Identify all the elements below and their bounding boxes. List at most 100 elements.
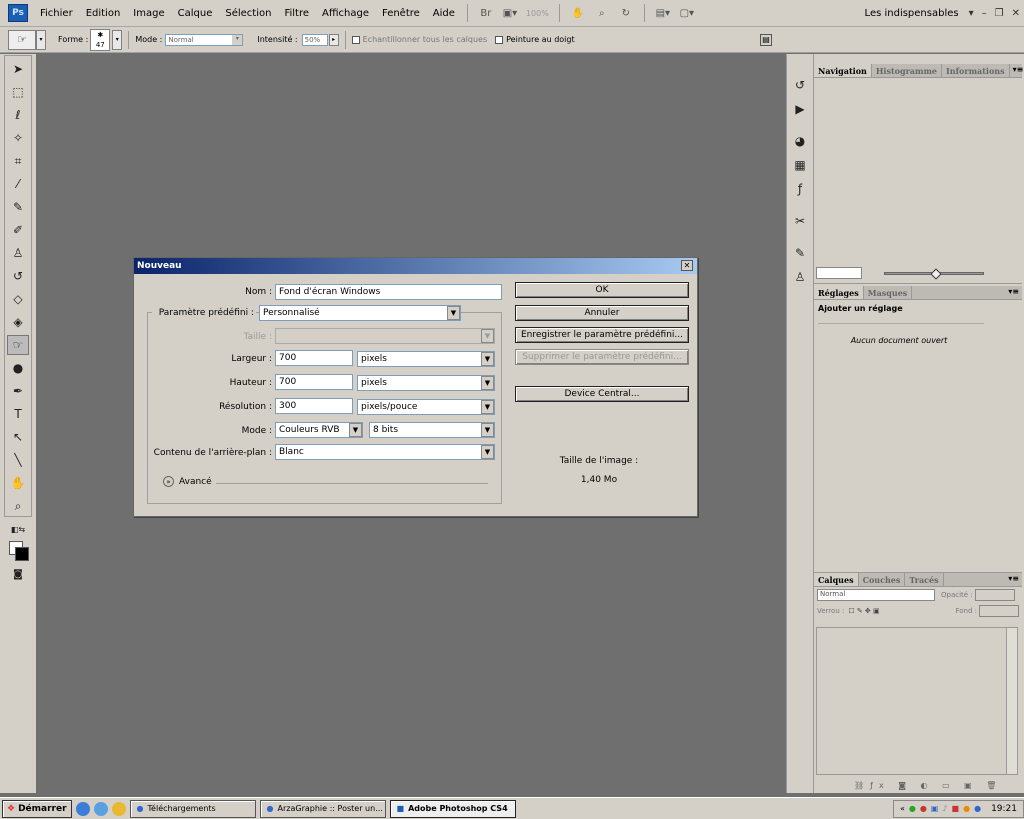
layers-scrollbar[interactable] [1006, 628, 1017, 774]
hauteur-input[interactable]: 700 [275, 374, 353, 390]
task-photoshop[interactable]: ■ Adobe Photoshop CS4 [389, 799, 516, 818]
color-swatches[interactable] [7, 541, 29, 561]
largeur-unit-dropdown-icon[interactable]: ▼ [481, 352, 494, 366]
zoom-level[interactable]: 100% [526, 9, 549, 18]
taille-select[interactable]: ▼ [275, 328, 495, 344]
finger-paint-checkbox[interactable] [495, 35, 504, 44]
zoom-tool-icon[interactable]: ⌕ [7, 496, 29, 516]
tab-masques[interactable]: Masques [864, 286, 913, 299]
tab-reglages[interactable]: Réglages [814, 286, 864, 299]
dialog-close-icon[interactable]: ✕ [681, 260, 693, 271]
bridge-icon[interactable]: Br [478, 6, 494, 20]
color-mode-dropdown-icon[interactable]: ▼ [349, 423, 362, 437]
menu-image[interactable]: Image [133, 8, 164, 19]
magic-wand-tool-icon[interactable]: ✧ [7, 128, 29, 148]
mode-dropdown-icon[interactable]: ▾ [232, 34, 243, 45]
menu-filtre[interactable]: Filtre [284, 8, 309, 19]
lasso-tool-icon[interactable]: ℓ [7, 105, 29, 125]
panel-menu-icon[interactable]: ▾≡ [1005, 573, 1022, 586]
rotate-view-icon[interactable]: ↻ [618, 6, 634, 20]
minimize-icon[interactable]: – [982, 8, 987, 19]
tray-app-icon[interactable]: ● [920, 804, 927, 813]
dodge-tool-icon[interactable]: ● [7, 358, 29, 378]
network-icon[interactable]: ▣ [931, 804, 939, 813]
layers-list[interactable] [816, 627, 1018, 775]
tray-expand-icon[interactable]: « [900, 804, 905, 813]
brushes-panel-icon[interactable]: ✎ [790, 244, 810, 262]
volume-icon[interactable]: ♪ [942, 804, 947, 813]
tab-traces[interactable]: Tracés [905, 573, 944, 586]
hauteur-unit-select[interactable]: pixels ▼ [357, 375, 495, 391]
color-mode-select[interactable]: Couleurs RVB ▼ [275, 422, 363, 438]
brush-preview[interactable]: ✱ 47 [90, 28, 111, 51]
layers-footer-icons[interactable]: ⛓ƒx ◙ ◐ ▭ ▣ 🗑 [854, 781, 1002, 790]
menu-aide[interactable]: Aide [433, 8, 455, 19]
background-color-swatch[interactable] [15, 547, 29, 561]
workspace-switcher[interactable]: Les indispensables [865, 8, 959, 19]
mode-select[interactable]: Normal ▾ [165, 33, 244, 46]
resolution-input[interactable]: 300 [275, 398, 353, 414]
cancel-button[interactable]: Annuler [515, 305, 689, 321]
styles-panel-icon[interactable]: ƒ [790, 180, 810, 198]
ok-button[interactable]: OK [515, 282, 689, 298]
history-brush-tool-icon[interactable]: ↺ [7, 266, 29, 286]
eyedropper-tool-icon[interactable]: ⁄ [7, 174, 29, 194]
slider-thumb-icon[interactable] [930, 268, 942, 280]
tab-histogramme[interactable]: Histogramme [872, 64, 943, 77]
line-tool-icon[interactable]: ╲ [7, 450, 29, 470]
arrange-documents-icon[interactable]: ▤▾ [655, 6, 671, 20]
zoom-tool-icon[interactable]: ⌕ [594, 6, 610, 20]
eraser-tool-icon[interactable]: ◇ [7, 289, 29, 309]
ie-quicklaunch-icon[interactable] [75, 801, 90, 816]
pen-tool-icon[interactable]: ✒ [7, 381, 29, 401]
advanced-toggle[interactable]: » Avancé [163, 476, 212, 487]
menu-affichage[interactable]: Affichage [322, 8, 369, 19]
workspace-dropdown-icon[interactable]: ▾ [969, 8, 974, 19]
taille-dropdown-icon[interactable]: ▼ [481, 329, 494, 343]
preset-select[interactable]: Personnalisé ▼ [259, 305, 461, 321]
restore-icon[interactable]: ❐ [995, 8, 1004, 19]
close-icon[interactable]: ✕ [1012, 8, 1020, 19]
menu-calque[interactable]: Calque [178, 8, 213, 19]
hand-tool-icon[interactable]: ✋ [7, 473, 29, 493]
screen-mode-menu-icon[interactable]: ▢▾ [679, 6, 695, 20]
bit-depth-select[interactable]: 8 bits ▼ [369, 422, 495, 438]
explorer-quicklaunch-icon[interactable] [111, 801, 126, 816]
palette-well-icon[interactable]: ▤ [760, 33, 772, 46]
finger-paint-option[interactable]: Peinture au doigt [495, 35, 575, 44]
tool-preset-picker[interactable]: ☞ [8, 29, 36, 50]
largeur-unit-select[interactable]: pixels ▼ [357, 351, 495, 367]
hauteur-unit-dropdown-icon[interactable]: ▼ [481, 376, 494, 390]
task-arzagraphie[interactable]: ● ArzaGraphie :: Poster un... [259, 799, 386, 818]
tab-calques[interactable]: Calques [814, 573, 859, 586]
default-colors-icon[interactable]: ◧⇆ [7, 519, 29, 539]
tool-presets-panel-icon[interactable]: ✂ [790, 212, 810, 230]
clone-source-panel-icon[interactable]: ♙ [790, 268, 810, 286]
start-button[interactable]: ❖ Démarrer [2, 799, 72, 818]
hand-tool-icon[interactable]: ✋ [570, 6, 586, 20]
tool-preset-dropdown-icon[interactable]: ▾ [36, 29, 46, 50]
opacity-field[interactable] [974, 589, 1015, 601]
intensite-field[interactable]: 50% [301, 33, 328, 46]
history-panel-icon[interactable]: ↺ [790, 76, 810, 94]
panel-menu-icon[interactable]: ▾≡ [1010, 64, 1024, 77]
path-selection-tool-icon[interactable]: ↖ [7, 427, 29, 447]
navigator-zoom-field[interactable] [816, 267, 862, 279]
screen-mode-icon[interactable]: ▣▾ [502, 6, 518, 20]
fill-field[interactable] [979, 605, 1019, 617]
expand-chevron-icon[interactable]: » [163, 476, 174, 487]
text-tool-icon[interactable]: T [7, 404, 29, 424]
brush-dropdown-icon[interactable]: ▾ [112, 29, 123, 50]
swatches-panel-icon[interactable]: ▦ [790, 156, 810, 174]
save-preset-button[interactable]: Enregistrer le paramètre prédéfini... [515, 327, 689, 343]
bit-depth-dropdown-icon[interactable]: ▼ [481, 423, 494, 437]
sample-all-option[interactable]: Echantillonner tous les calques [351, 35, 487, 44]
menu-edition[interactable]: Edition [86, 8, 121, 19]
panel-menu-icon[interactable]: ▾≡ [1005, 286, 1022, 299]
move-tool-icon[interactable]: ➤ [7, 59, 29, 79]
menu-selection[interactable]: Sélection [225, 8, 271, 19]
background-contents-select[interactable]: Blanc ▼ [275, 444, 495, 460]
tray-app-icon[interactable]: ■ [952, 804, 960, 813]
preset-dropdown-icon[interactable]: ▼ [447, 306, 460, 320]
resolution-unit-dropdown-icon[interactable]: ▼ [481, 400, 494, 414]
